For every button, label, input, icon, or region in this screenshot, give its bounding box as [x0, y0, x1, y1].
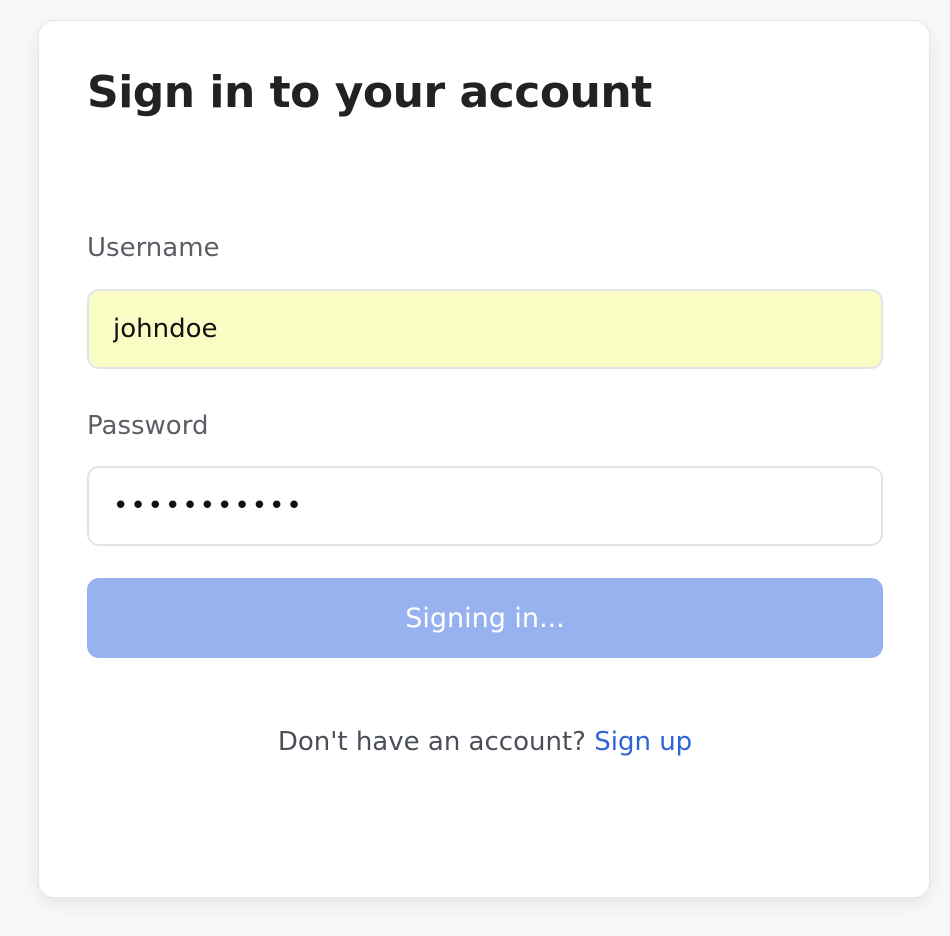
signup-prompt-row: Don't have an account? Sign up [39, 727, 931, 757]
signup-prompt-text: Don't have an account? [277, 727, 586, 757]
password-input[interactable] [87, 466, 883, 546]
sign-up-link[interactable]: Sign up [594, 727, 692, 757]
password-label: Password [87, 411, 209, 441]
sign-in-button[interactable]: Signing in... [87, 578, 883, 658]
username-input[interactable] [87, 289, 883, 369]
username-label: Username [87, 233, 220, 263]
sign-in-card: Sign in to your account Username Passwor… [38, 20, 930, 898]
page-title: Sign in to your account [87, 67, 652, 118]
